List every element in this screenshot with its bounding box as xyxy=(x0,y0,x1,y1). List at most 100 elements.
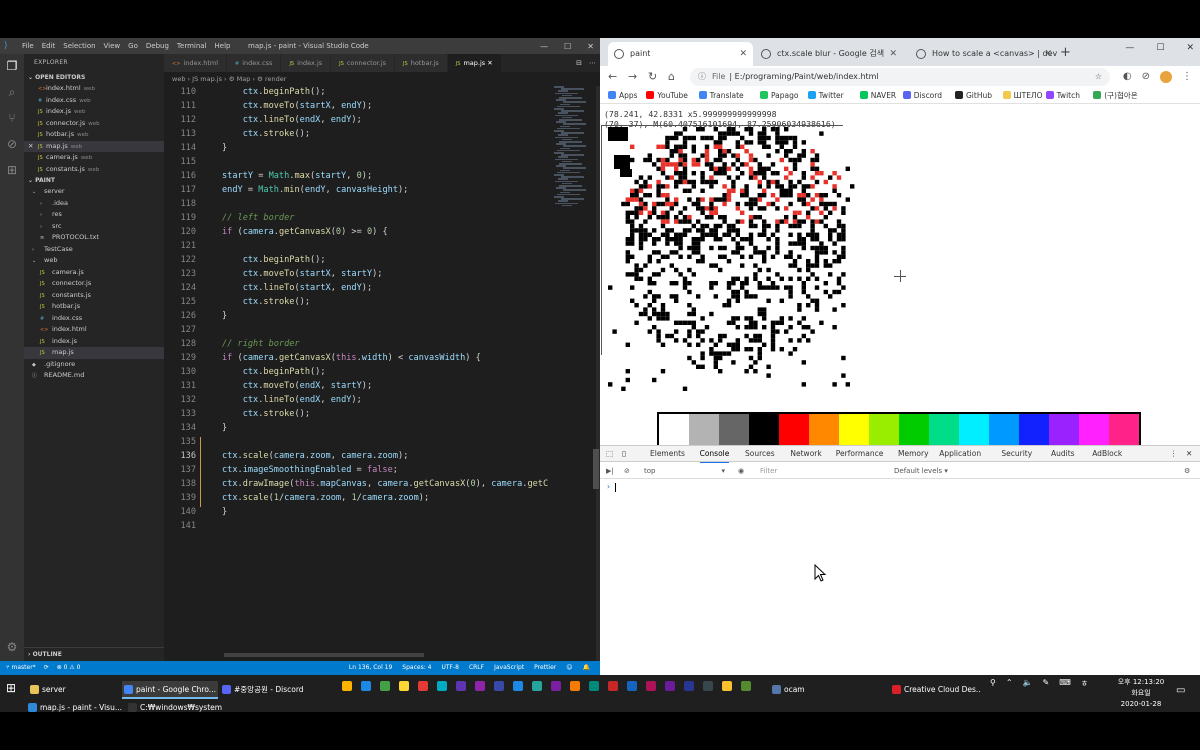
info-icon[interactable]: ⓘ xyxy=(698,72,706,81)
extensions-icon[interactable]: ⊞ xyxy=(4,162,20,178)
keyboard-icon[interactable]: ⌨ xyxy=(1059,678,1071,689)
file-tree-item[interactable]: JS constants.js xyxy=(24,290,164,302)
color-swatch[interactable] xyxy=(809,414,839,445)
log-levels-dropdown[interactable]: Default levels ▾ xyxy=(894,463,948,479)
close-tab-icon[interactable]: ✕ xyxy=(889,42,897,66)
close-tab-icon[interactable]: ✕ xyxy=(739,42,747,66)
pixel-canvas[interactable] xyxy=(600,125,860,405)
menu-item-debug[interactable]: Debug xyxy=(146,42,169,50)
debug-icon[interactable]: ⊘ xyxy=(4,136,20,152)
pinned-app-icon[interactable] xyxy=(741,681,751,691)
code-line[interactable]: } xyxy=(222,143,227,153)
pinned-app-icon[interactable] xyxy=(437,681,447,691)
problems-indicator[interactable]: ⊗ 0 ⚠ 0 xyxy=(57,661,81,675)
color-swatch[interactable] xyxy=(1109,414,1139,445)
open-editor-item[interactable]: JS connector.js web xyxy=(24,118,164,130)
devtools-close-icon[interactable]: ✕ xyxy=(1186,446,1192,462)
code-line[interactable]: ctx.moveTo(endX, startY); xyxy=(222,381,372,391)
open-editor-item[interactable]: ✕ JS map.js web xyxy=(24,140,164,153)
code-line[interactable]: ctx.imageSmoothingEnabled = false; xyxy=(222,465,398,475)
color-swatch[interactable] xyxy=(989,414,1019,445)
code-line[interactable]: ctx.moveTo(startX, startY); xyxy=(222,269,383,279)
windows-start-icon[interactable]: ⊞ xyxy=(6,682,18,694)
open-editor-item[interactable]: JS constants.js web xyxy=(24,164,164,176)
pinned-app-icon[interactable] xyxy=(646,681,656,691)
home-icon[interactable]: ⌂ xyxy=(668,68,675,86)
file-tree-item[interactable]: ⓘ README.md xyxy=(24,370,164,382)
editor-tab-index-html[interactable]: <> index.html xyxy=(164,54,228,72)
taskbar-button[interactable]: Creative Cloud Des... xyxy=(890,681,980,699)
open-editor-item[interactable]: # index.css web xyxy=(24,95,164,107)
language-mode[interactable]: JavaScript xyxy=(494,661,524,675)
file-tree-item[interactable]: ≡ PROTOCOL.txt xyxy=(24,232,164,244)
maximize-icon[interactable]: ☐ xyxy=(564,42,571,51)
devtools-tab-performance[interactable]: Performance xyxy=(836,446,884,462)
color-swatch[interactable] xyxy=(749,414,779,445)
taskbar-button[interactable]: paint - Google Chro... xyxy=(122,681,218,699)
taskbar-button[interactable]: ocam xyxy=(770,681,856,699)
editor-tab-connector-js[interactable]: JS connector.js xyxy=(331,54,396,72)
clock[interactable]: 오후 12:13:20 화요일 2020-01-28 xyxy=(1110,677,1172,710)
feedback-icon[interactable]: ☺ xyxy=(566,661,572,675)
console-input[interactable] xyxy=(615,483,616,492)
outline-section[interactable]: › OUTLINE xyxy=(24,647,164,661)
project-section[interactable]: ⌄ PAINT xyxy=(24,175,164,186)
pinned-app-icon[interactable] xyxy=(570,681,580,691)
code-line[interactable]: // left border xyxy=(222,213,294,223)
pinned-app-icon[interactable] xyxy=(418,681,428,691)
people-icon[interactable]: ⚲ xyxy=(990,678,996,689)
cursor-position[interactable]: Ln 136, Col 19 xyxy=(349,661,392,675)
code-line[interactable]: ctx.moveTo(startX, endY); xyxy=(222,101,372,111)
file-tree-item[interactable]: › res xyxy=(24,209,164,221)
avatar[interactable] xyxy=(1160,71,1172,83)
file-tree-item[interactable]: JS hotbar.js xyxy=(24,301,164,313)
code-line[interactable]: ctx.stroke(); xyxy=(222,409,310,419)
indentation[interactable]: Spaces: 4 xyxy=(402,661,431,675)
code-line[interactable]: ctx.lineTo(startX, endY); xyxy=(222,283,372,293)
file-tree-item[interactable]: # index.css xyxy=(24,313,164,325)
code-line[interactable]: ctx.beginPath(); xyxy=(222,87,326,97)
close-tab-icon[interactable]: ✕ xyxy=(1044,42,1052,66)
menu-item-help[interactable]: Help xyxy=(215,42,231,50)
editor-tab-index-js[interactable]: JS index.js xyxy=(281,54,332,72)
code-line[interactable]: ctx.beginPath(); xyxy=(222,255,326,265)
file-tree-item[interactable]: ⌄ server xyxy=(24,186,164,198)
taskbar-button[interactable]: server xyxy=(28,681,120,699)
search-icon[interactable]: ⌕ xyxy=(4,84,20,100)
open-editor-item[interactable]: JS index.js web xyxy=(24,106,164,118)
gear-icon[interactable]: ⚙ xyxy=(4,639,20,655)
pinned-app-icon[interactable] xyxy=(608,681,618,691)
pinned-app-icon[interactable] xyxy=(722,681,732,691)
devtools-tab-security[interactable]: Security xyxy=(1001,446,1032,462)
sidebar-toggle-icon[interactable]: ▶| xyxy=(606,463,614,479)
bookmark-9[interactable]: Twitch xyxy=(1045,88,1080,104)
devtools-tab-elements[interactable]: Elements xyxy=(650,446,685,462)
address-bar[interactable]: ⓘ File | E:/programing/Paint/web/index.htm… xyxy=(690,68,1110,86)
devtools-tab-application[interactable]: Application xyxy=(939,446,981,462)
extension-icon[interactable]: ◐ xyxy=(1123,68,1132,86)
menu-item-go[interactable]: Go xyxy=(128,42,138,50)
close-icon[interactable]: ✕ xyxy=(1186,43,1194,53)
color-swatch[interactable] xyxy=(719,414,749,445)
close-icon[interactable]: ✕ xyxy=(28,141,33,153)
close-icon[interactable]: ✕ xyxy=(587,42,594,51)
bookmark-0[interactable]: Apps xyxy=(608,88,638,104)
split-editor-icon[interactable]: ⊟ xyxy=(576,54,582,72)
minimap[interactable] xyxy=(554,86,596,207)
file-tree-item[interactable]: › TestCase xyxy=(24,244,164,256)
volume-icon[interactable]: 🔈 xyxy=(1023,678,1033,689)
editor-horizontal-scrollbar[interactable] xyxy=(224,653,424,657)
file-tree-item[interactable]: JS connector.js xyxy=(24,278,164,290)
tray-chevron-icon[interactable]: ⌃ xyxy=(1006,678,1013,689)
file-tree-item[interactable]: JS camera.js xyxy=(24,267,164,279)
color-swatch[interactable] xyxy=(1079,414,1109,445)
code-line[interactable]: // right border xyxy=(222,339,300,349)
devtools-tab-sources[interactable]: Sources xyxy=(745,446,775,462)
devtools-tab-memory[interactable]: Memory xyxy=(898,446,929,462)
notification-bell-icon[interactable]: 🔔 xyxy=(583,661,590,675)
file-tree-item[interactable]: › .idea xyxy=(24,198,164,210)
context-selector[interactable]: top ▾ xyxy=(644,463,725,479)
git-branch[interactable]: ⑂ master* xyxy=(6,661,36,675)
editor-tab-map-js[interactable]: JS map.js ✕ xyxy=(447,54,502,72)
menu-icon[interactable]: ⋮ xyxy=(1182,68,1192,86)
